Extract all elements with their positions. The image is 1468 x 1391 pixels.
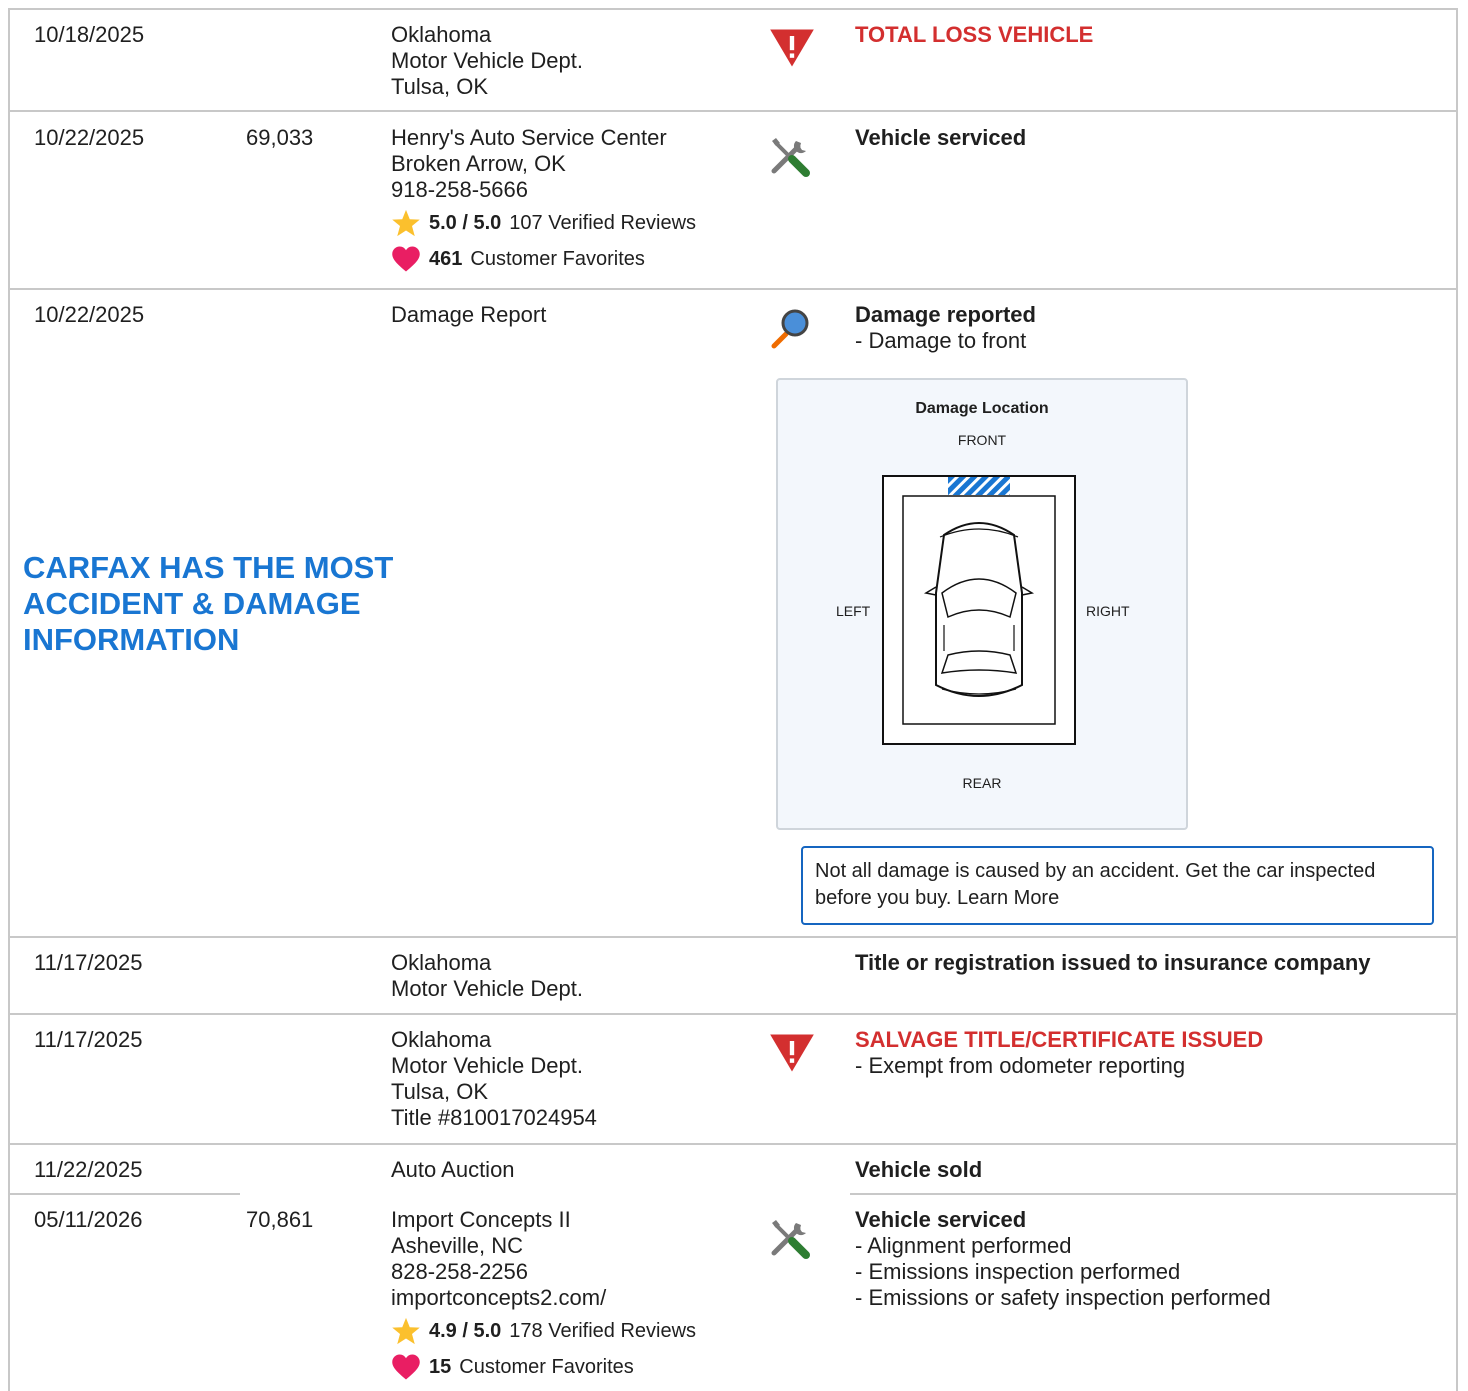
star-icon	[391, 1316, 421, 1346]
diagram-left-label: LEFT	[836, 603, 871, 619]
row-divider	[10, 288, 1456, 290]
car-outline	[882, 475, 1076, 745]
source-line: Motor Vehicle Dept.	[391, 1053, 583, 1078]
row-divider	[10, 936, 1456, 938]
source-line: Oklahoma	[391, 1027, 492, 1052]
record-date: 10/22/2025	[34, 125, 145, 150]
service-tools-icon	[768, 1217, 812, 1261]
source-line: Asheville, NC	[391, 1233, 524, 1258]
review-count: 178 Verified Reviews	[509, 1320, 697, 1342]
shop-rating[interactable]: 5.0 / 5.0 107 Verified Reviews	[391, 205, 771, 241]
alert-comment-title: TOTAL LOSS VEHICLE	[855, 22, 1094, 47]
shop-favorites[interactable]: 461 Customer Favorites	[391, 241, 771, 277]
service-tools-icon	[768, 135, 812, 179]
shop-favorites[interactable]: 15 Customer Favorites	[391, 1349, 771, 1385]
record-comments: SALVAGE TITLE/CERTIFICATE ISSUED - Exemp…	[855, 1027, 1445, 1079]
diagram-rear-label: REAR	[962, 775, 1002, 791]
promo-line: INFORMATION	[23, 622, 240, 657]
source-line: 828-258-2256	[391, 1259, 529, 1284]
comment-line: - Alignment performed	[855, 1233, 1072, 1258]
row-divider	[10, 1013, 1456, 1015]
source-line: Oklahoma	[391, 950, 492, 975]
source-line: Oklahoma	[391, 22, 492, 47]
record-date: 05/11/2026	[34, 1207, 143, 1232]
record-source: Import Concepts II Asheville, NC 828-258…	[391, 1207, 771, 1385]
comment-title: Title or registration issued to insuranc…	[855, 950, 1371, 975]
record-source: Auto Auction	[391, 1157, 771, 1183]
star-icon	[391, 208, 421, 238]
source-line: 918-258-5666	[391, 177, 529, 202]
row-divider	[10, 1193, 1456, 1195]
promo-line: ACCIDENT & DAMAGE	[23, 586, 361, 621]
record-odometer: 70,861	[246, 1207, 314, 1232]
row-divider	[10, 1143, 1456, 1145]
damage-location-diagram: Damage Location FRONT REAR LEFT RIGHT	[776, 378, 1188, 830]
source-line: Import Concepts II	[391, 1207, 571, 1232]
comment-title: Vehicle sold	[855, 1157, 983, 1182]
damage-disclaimer-text: Not all damage is caused by an accident.…	[815, 860, 1376, 909]
comment-title: Damage reported	[855, 302, 1036, 327]
diagram-right-label: RIGHT	[1086, 603, 1130, 619]
favorites-count: 15	[429, 1356, 452, 1378]
comment-line: - Emissions inspection performed	[855, 1259, 1181, 1284]
damage-area-front	[948, 477, 1010, 495]
shop-website-link[interactable]: importconcepts2.com/	[391, 1285, 771, 1311]
source-line: Title #810017024954	[391, 1105, 597, 1130]
record-comments: Vehicle serviced	[855, 125, 1445, 151]
magnifier-icon	[768, 306, 812, 350]
source-line: Tulsa, OK	[391, 74, 488, 99]
record-odometer: 69,033	[246, 125, 314, 150]
damage-disclaimer-box[interactable]: Not all damage is caused by an accident.…	[801, 846, 1434, 925]
heart-icon	[391, 244, 421, 274]
source-line: Henry's Auto Service Center	[391, 125, 667, 150]
row-divider	[10, 110, 1456, 112]
comment-line: - Exempt from odometer reporting	[855, 1053, 1186, 1078]
record-date: 11/17/2025	[34, 950, 143, 975]
record-source: Oklahoma Motor Vehicle Dept. Tulsa, OK T…	[391, 1027, 771, 1131]
review-count: 107 Verified Reviews	[509, 212, 697, 234]
rating-value: 4.9 / 5.0	[429, 1320, 502, 1342]
warning-icon	[768, 1031, 816, 1075]
alert-comment-title: SALVAGE TITLE/CERTIFICATE ISSUED	[855, 1027, 1264, 1052]
record-comments: Vehicle serviced - Alignment performed -…	[855, 1207, 1445, 1311]
comment-title: Vehicle serviced	[855, 125, 1027, 150]
record-date: 10/18/2025	[34, 22, 145, 47]
diagram-title: Damage Location	[915, 400, 1049, 417]
favorites-label: Customer Favorites	[470, 248, 645, 270]
comment-line: - Emissions or safety inspection perform…	[855, 1285, 1271, 1310]
promo-line: CARFAX HAS THE MOST	[23, 550, 394, 585]
comment-title: Vehicle serviced	[855, 1207, 1027, 1232]
source-line: Broken Arrow, OK	[391, 151, 566, 176]
record-comments: Vehicle sold	[855, 1157, 1445, 1183]
heart-icon	[391, 1352, 421, 1382]
record-date: 11/22/2025	[34, 1157, 143, 1182]
vehicle-history-table: 10/18/2025 Oklahoma Motor Vehicle Dept. …	[8, 8, 1458, 1391]
record-comments: Title or registration issued to insuranc…	[855, 950, 1445, 976]
record-source: Oklahoma Motor Vehicle Dept.	[391, 950, 771, 1002]
source-line: Motor Vehicle Dept.	[391, 976, 583, 1001]
source-line: Auto Auction	[391, 1157, 515, 1182]
warning-icon	[768, 26, 816, 70]
rating-value: 5.0 / 5.0	[429, 212, 502, 234]
record-comments: Damage reported - Damage to front	[855, 302, 1445, 354]
record-source: Oklahoma Motor Vehicle Dept. Tulsa, OK	[391, 22, 771, 100]
comment-line: - Damage to front	[855, 328, 1027, 353]
record-date: 10/22/2025	[34, 302, 145, 327]
favorites-count: 461	[429, 248, 463, 270]
record-date: 11/17/2025	[34, 1027, 143, 1052]
promo-text: CARFAX HAS THE MOST ACCIDENT & DAMAGE IN…	[23, 550, 403, 658]
source-line: Motor Vehicle Dept.	[391, 48, 583, 73]
record-comments: TOTAL LOSS VEHICLE	[855, 22, 1445, 48]
favorites-label: Customer Favorites	[459, 1356, 634, 1378]
shop-rating[interactable]: 4.9 / 5.0 178 Verified Reviews	[391, 1313, 771, 1349]
record-source: Damage Report	[391, 302, 771, 328]
diagram-front-label: FRONT	[957, 432, 1007, 448]
record-source: Henry's Auto Service Center Broken Arrow…	[391, 125, 771, 277]
source-line: Tulsa, OK	[391, 1079, 488, 1104]
source-line: Damage Report	[391, 302, 547, 327]
